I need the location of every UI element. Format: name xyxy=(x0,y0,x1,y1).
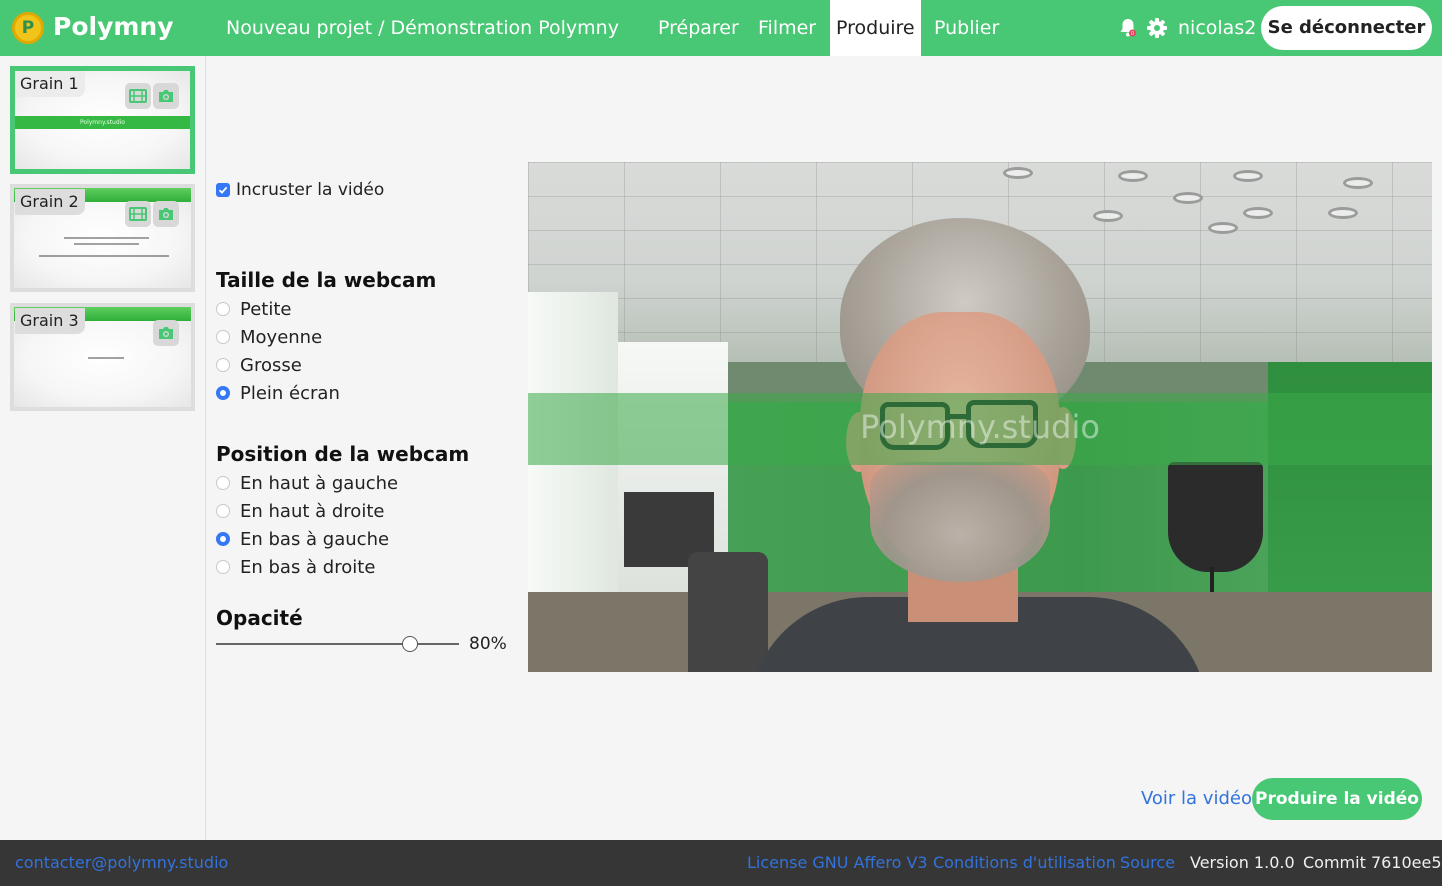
opacity-slider-handle[interactable] xyxy=(402,636,419,652)
camera-icon[interactable] xyxy=(153,201,179,227)
logout-button[interactable]: Se déconnecter xyxy=(1261,6,1432,50)
terms-link[interactable]: Conditions d'utilisation xyxy=(933,853,1116,872)
grain-1-card[interactable]: Polymny.studio Grain 1 xyxy=(10,66,195,174)
checkbox-checked-icon[interactable] xyxy=(216,183,230,197)
radio-icon[interactable] xyxy=(216,476,230,490)
size-option-petite[interactable]: Petite xyxy=(216,299,291,320)
notification-bell-icon[interactable]: 0 xyxy=(1119,18,1137,38)
camera-icon[interactable] xyxy=(153,320,179,346)
video-preview: Polymny.studio xyxy=(528,162,1432,672)
grain-3-label: Grain 3 xyxy=(15,308,85,334)
thumbnail-banner: Polymny.studio xyxy=(15,116,190,129)
size-option-grosse[interactable]: Grosse xyxy=(216,355,302,376)
embed-video-label: Incruster la vidéo xyxy=(236,180,385,200)
film-icon[interactable] xyxy=(125,83,151,109)
opacity-title: Opacité xyxy=(216,606,303,630)
tab-preparer[interactable]: Préparer xyxy=(652,0,745,56)
opacity-slider[interactable] xyxy=(216,643,459,645)
gear-icon[interactable] xyxy=(1147,18,1167,38)
position-option-top-right[interactable]: En haut à droite xyxy=(216,501,384,522)
source-link[interactable]: Source xyxy=(1120,853,1175,872)
commit-text: Commit 7610ee5 xyxy=(1303,853,1442,872)
radio-selected-icon[interactable] xyxy=(216,386,230,400)
radio-icon[interactable] xyxy=(216,302,230,316)
embed-video-checkbox[interactable]: Incruster la vidéo xyxy=(216,180,384,200)
grain-1-label: Grain 1 xyxy=(15,71,85,97)
radio-icon[interactable] xyxy=(216,358,230,372)
position-option-bottom-left[interactable]: En bas à gauche xyxy=(216,529,389,550)
grain-2-card[interactable]: Grain 2 xyxy=(10,184,195,292)
tab-filmer[interactable]: Filmer xyxy=(752,0,822,56)
camera-icon[interactable] xyxy=(153,83,179,109)
slide-banner-text: Polymny.studio xyxy=(860,408,1100,446)
tab-publier[interactable]: Publier xyxy=(928,0,1005,56)
username[interactable]: nicolas2 xyxy=(1178,17,1256,39)
grain-3-card[interactable]: Grain 3 xyxy=(10,303,195,411)
top-navbar: Polymny Nouveau projet / Démonstration P… xyxy=(0,0,1442,56)
position-option-top-left[interactable]: En haut à gauche xyxy=(216,473,398,494)
polymny-logo-icon[interactable] xyxy=(12,12,44,44)
notification-count: 0 xyxy=(1131,31,1134,37)
version-text: Version 1.0.0 xyxy=(1190,853,1295,872)
position-option-bottom-right[interactable]: En bas à droite xyxy=(216,557,375,578)
view-video-link[interactable]: Voir la vidéo xyxy=(1141,788,1252,809)
project-breadcrumb[interactable]: Nouveau projet / Démonstration Polymny xyxy=(226,17,619,39)
license-link[interactable]: License GNU Affero V3 xyxy=(747,853,928,872)
brand-name[interactable]: Polymny xyxy=(53,12,174,41)
film-icon[interactable] xyxy=(125,201,151,227)
size-option-plein-ecran[interactable]: Plein écran xyxy=(216,383,340,404)
size-option-moyenne[interactable]: Moyenne xyxy=(216,327,322,348)
thumbnail-banner-text: Polymny.studio xyxy=(80,119,125,126)
radio-icon[interactable] xyxy=(216,504,230,518)
grain-2-label: Grain 2 xyxy=(15,189,85,215)
webcam-size-title: Taille de la webcam xyxy=(216,268,437,292)
radio-icon[interactable] xyxy=(216,330,230,344)
tab-produire[interactable]: Produire xyxy=(830,0,921,56)
contact-link[interactable]: contacter@polymny.studio xyxy=(15,853,228,872)
webcam-position-title: Position de la webcam xyxy=(216,442,470,466)
opacity-value: 80% xyxy=(469,634,507,654)
radio-icon[interactable] xyxy=(216,560,230,574)
radio-selected-icon[interactable] xyxy=(216,532,230,546)
produce-video-button[interactable]: Produire la vidéo xyxy=(1252,778,1422,820)
